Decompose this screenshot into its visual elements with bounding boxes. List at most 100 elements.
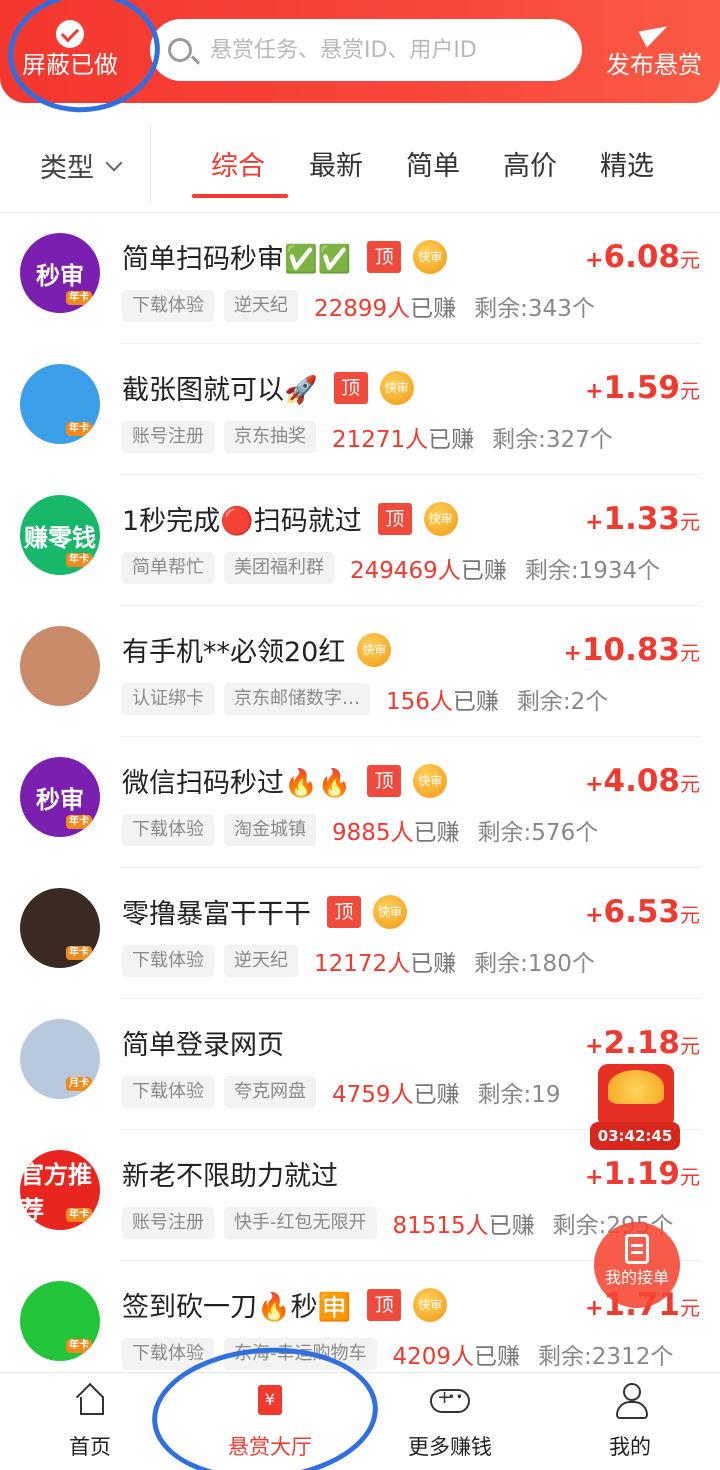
price-unit: 元 bbox=[680, 772, 700, 796]
task-tag: 快手-红包无限开 bbox=[224, 1207, 377, 1239]
earned-count: 21271人已赚 bbox=[332, 420, 474, 454]
active-tab-indicator bbox=[192, 194, 288, 198]
reward-price: +2.18元 bbox=[585, 1025, 700, 1061]
avatar-text: 秒审 bbox=[36, 785, 84, 814]
earned-count: 4209人已赚 bbox=[393, 1337, 521, 1371]
task-tag: 逆天纪 bbox=[224, 290, 298, 322]
nav-home[interactable]: 首页 bbox=[0, 1373, 180, 1470]
task-title: 有手机**必领20红 bbox=[122, 637, 346, 668]
task-list: 秒审 年卡 简单扫码秒审✅✅ 顶快审 +6.08元 下载体验 逆天纪 22899人已赚 剩余:3… bbox=[0, 212, 720, 1392]
task-row[interactable]: 年卡 截张图就可以🚀 顶快审 +1.59元 账号注册 京东抽奖 21271人已赚 剩余:327… bbox=[0, 344, 720, 475]
price-plus: + bbox=[585, 1165, 604, 1190]
membership-badge: 年卡 bbox=[66, 422, 92, 436]
membership-badge: 月卡 bbox=[66, 1077, 92, 1091]
red-envelope-icon bbox=[598, 1064, 674, 1128]
type-dropdown[interactable]: 类型 bbox=[40, 146, 123, 185]
top-badge: 顶 bbox=[333, 371, 368, 404]
earned-number: 9885人 bbox=[332, 820, 414, 846]
top-badge: 顶 bbox=[377, 502, 412, 535]
task-row[interactable]: 秒审 年卡 微信扫码秒过🔥🔥 顶快审 +4.08元 下载体验 淘金城镇 9885人已赚 剩余:5… bbox=[0, 737, 720, 868]
my-orders-button[interactable]: 我的接单 bbox=[594, 1222, 680, 1308]
price-unit: 元 bbox=[680, 1296, 700, 1320]
nav-more-earn[interactable]: 更多赚钱 bbox=[360, 1373, 540, 1470]
task-title-line: 截张图就可以🚀 顶快审 bbox=[122, 368, 414, 407]
avatar: 月卡 bbox=[20, 1019, 100, 1099]
check-circle-icon bbox=[56, 20, 84, 48]
nav-me-label: 我的 bbox=[609, 1435, 651, 1459]
tab-simple[interactable]: 简单 bbox=[406, 144, 460, 183]
nav-bounty-hall[interactable]: ¥ 悬赏大厅 bbox=[180, 1373, 360, 1470]
earned-number: 249469人 bbox=[350, 558, 461, 584]
top-header: 屏蔽已做 发布悬赏 bbox=[0, 0, 720, 103]
tab-high-price[interactable]: 高价 bbox=[503, 144, 557, 183]
price-plus: + bbox=[585, 1034, 604, 1059]
avatar: 年卡 bbox=[20, 364, 100, 444]
task-title: 签到砍一刀🔥秒🈸 bbox=[122, 1292, 352, 1323]
task-tag: 美团福利群 bbox=[224, 552, 334, 584]
price-plus: + bbox=[585, 1296, 604, 1321]
search-bar[interactable] bbox=[150, 19, 582, 81]
task-title: 简单登录网页 bbox=[122, 1030, 284, 1061]
task-row[interactable]: 赚零钱 年卡 1秒完成🔴扫码就过顶快审 +1.33元 简单帮忙 美团福利群 249469人已… bbox=[0, 475, 720, 606]
fast-review-badge: 快审 bbox=[357, 632, 392, 667]
hide-done-toggle[interactable]: 屏蔽已做 bbox=[14, 14, 126, 94]
remaining-count: 剩余:343个 bbox=[474, 296, 595, 322]
nav-home-label: 首页 bbox=[69, 1435, 111, 1459]
avatar: 秒审 年卡 bbox=[20, 233, 100, 313]
task-title-line: 签到砍一刀🔥秒🈸 顶快审 bbox=[122, 1285, 448, 1324]
task-meta: 账号注册 京东抽奖 21271人已赚 剩余:327个 bbox=[122, 420, 613, 454]
task-row[interactable]: 有手机**必领20红 快审 +10.83元 认证绑卡 京东邮储数字… 156人已赚 剩余:2… bbox=[0, 606, 720, 737]
task-row[interactable]: 年卡 零撸暴富干干干顶快审 +6.53元 下载体验 逆天纪 12172人已赚 剩余:180个 bbox=[0, 868, 720, 999]
price-unit: 元 bbox=[680, 248, 700, 272]
price-unit: 元 bbox=[680, 379, 700, 403]
avatar: 官方推荐 年卡 bbox=[20, 1150, 100, 1230]
price-unit: 元 bbox=[680, 510, 700, 534]
avatar-text: 秒审 bbox=[36, 261, 84, 290]
tab-featured[interactable]: 精选 bbox=[600, 144, 654, 183]
fast-review-badge: 快审 bbox=[373, 894, 407, 929]
price-amount: 1.59 bbox=[603, 370, 681, 406]
task-tag: 东海-幸运购物车 bbox=[224, 1338, 377, 1370]
chevron-down-icon bbox=[105, 154, 123, 171]
avatar bbox=[20, 626, 100, 706]
membership-badge: 年卡 bbox=[66, 553, 92, 567]
task-tag: 认证绑卡 bbox=[122, 683, 214, 715]
task-title-line: 简单扫码秒审✅✅ 顶快审 bbox=[122, 237, 448, 276]
tab-latest[interactable]: 最新 bbox=[309, 144, 363, 183]
task-meta: 下载体验 东海-幸运购物车 4209人已赚 剩余:2312个 bbox=[122, 1337, 673, 1371]
price-plus: + bbox=[585, 903, 604, 928]
earned-text: 已赚 bbox=[452, 689, 499, 715]
reward-price: +1.33元 bbox=[585, 501, 700, 537]
tab-comprehensive[interactable]: 综合 bbox=[211, 144, 265, 183]
reward-price: +6.53元 bbox=[585, 894, 700, 930]
search-input[interactable] bbox=[210, 37, 540, 63]
task-title-line: 零撸暴富干干干顶快审 bbox=[122, 892, 407, 931]
remaining-count: 剩余:2个 bbox=[516, 689, 609, 715]
earned-count: 22899人已赚 bbox=[314, 289, 456, 323]
membership-badge: 年卡 bbox=[66, 1339, 92, 1353]
publish-bounty-button[interactable]: 发布悬赏 bbox=[596, 18, 712, 88]
price-amount: 10.83 bbox=[581, 632, 680, 668]
top-badge: 顶 bbox=[367, 240, 402, 273]
reward-price: +6.08元 bbox=[585, 239, 700, 275]
hide-done-label: 屏蔽已做 bbox=[22, 51, 118, 79]
task-tag: 京东抽奖 bbox=[224, 421, 316, 453]
price-amount: 6.08 bbox=[603, 239, 681, 275]
nav-me[interactable]: 我的 bbox=[540, 1373, 720, 1470]
price-amount: 1.19 bbox=[603, 1156, 681, 1192]
earned-text: 已赚 bbox=[460, 558, 507, 584]
task-tag: 下载体验 bbox=[122, 1338, 214, 1370]
red-packet-widget[interactable]: 03:42:45 bbox=[590, 1064, 682, 1150]
task-tag: 账号注册 bbox=[122, 1207, 214, 1239]
top-badge: 顶 bbox=[367, 764, 402, 797]
task-title-line: 新老不限助力就过 bbox=[122, 1154, 338, 1193]
earned-text: 已赚 bbox=[410, 951, 457, 977]
remaining-count: 剩余:19 bbox=[477, 1082, 561, 1108]
earned-count: 4759人已赚 bbox=[332, 1075, 460, 1109]
task-meta: 下载体验 淘金城镇 9885人已赚 剩余:576个 bbox=[122, 813, 598, 847]
task-meta: 账号注册 快手-红包无限开 81515人已赚 剩余:295个 bbox=[122, 1206, 673, 1240]
membership-badge: 年卡 bbox=[66, 815, 92, 829]
price-plus: + bbox=[585, 379, 604, 404]
task-row[interactable]: 秒审 年卡 简单扫码秒审✅✅ 顶快审 +6.08元 下载体验 逆天纪 22899人已赚 剩余:3… bbox=[0, 213, 720, 344]
avatar: 秒审 年卡 bbox=[20, 757, 100, 837]
